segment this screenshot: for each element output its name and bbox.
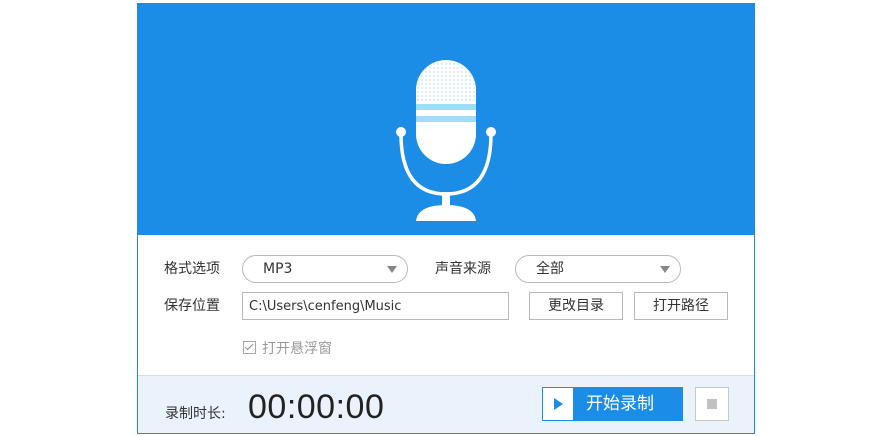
play-icon-box	[543, 388, 573, 420]
stop-icon	[707, 399, 717, 409]
format-label: 格式选项	[164, 261, 220, 277]
save-path-field[interactable]	[242, 292, 509, 320]
chevron-down-icon	[387, 266, 397, 273]
source-select[interactable]: 全部	[515, 255, 681, 283]
floating-window-checkbox[interactable]: 打开悬浮窗	[243, 339, 332, 359]
format-select[interactable]: MP3	[242, 255, 408, 283]
play-icon	[554, 398, 563, 410]
microphone-icon	[396, 60, 496, 221]
floating-window-label: 打开悬浮窗	[262, 341, 332, 357]
recording-footer: 录制时长: 00:00:00 开始录制	[138, 375, 754, 433]
hero-banner	[138, 4, 754, 235]
source-label: 声音来源	[435, 261, 491, 277]
stop-button[interactable]	[695, 387, 729, 421]
change-directory-button[interactable]: 更改目录	[529, 292, 623, 320]
source-value: 全部	[536, 261, 564, 277]
open-path-button[interactable]: 打开路径	[634, 292, 728, 320]
settings-panel: 格式选项 MP3 声音来源 全部 保存位置 更改目录 打开路径 打开悬浮窗	[138, 235, 754, 375]
start-recording-button[interactable]: 开始录制	[542, 387, 683, 421]
duration-display: 00:00:00	[248, 388, 385, 426]
duration-label: 录制时长:	[165, 406, 226, 422]
recorder-window: 格式选项 MP3 声音来源 全部 保存位置 更改目录 打开路径 打开悬浮窗 录制…	[137, 3, 755, 434]
start-recording-label: 开始录制	[586, 394, 654, 414]
save-location-label: 保存位置	[164, 298, 220, 314]
format-value: MP3	[263, 261, 293, 277]
chevron-down-icon	[660, 266, 670, 273]
checkbox-icon	[243, 341, 256, 354]
